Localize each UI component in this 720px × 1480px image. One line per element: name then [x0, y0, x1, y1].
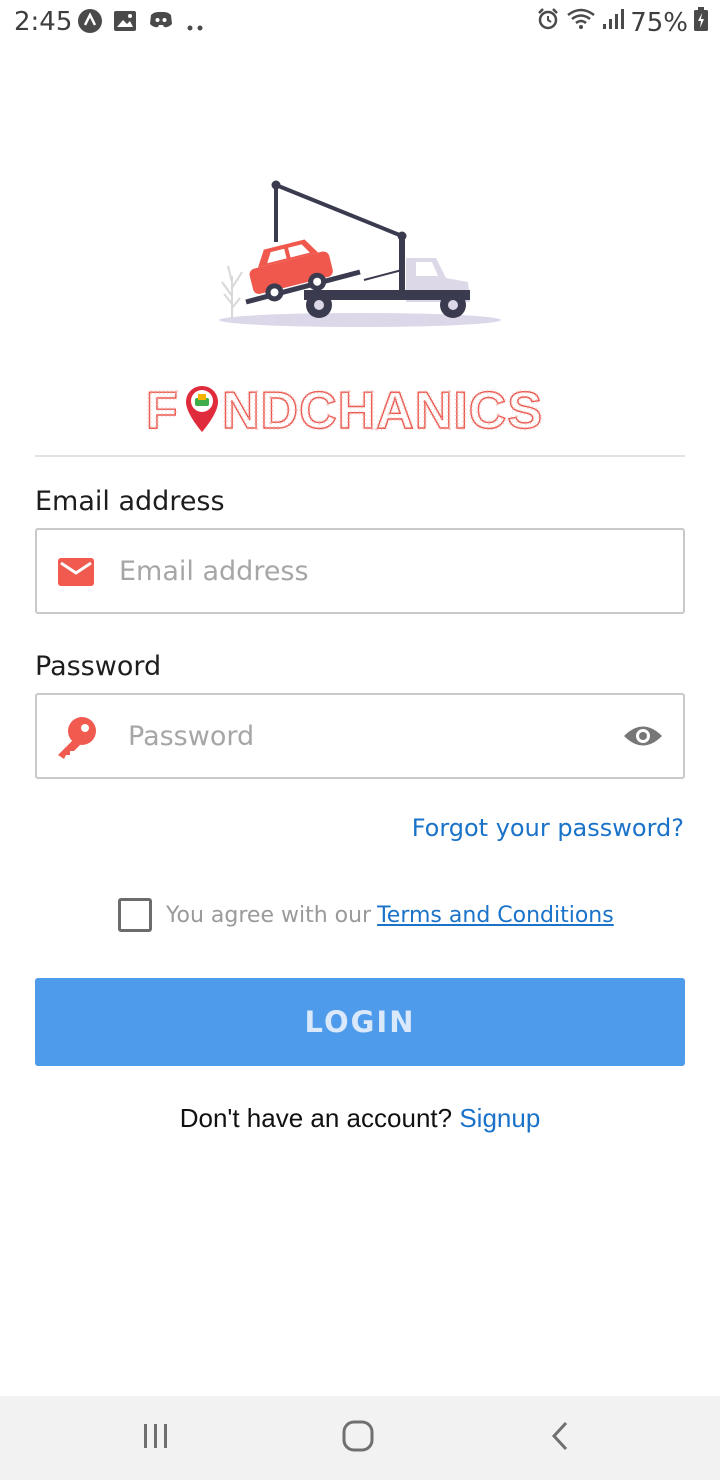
email-input[interactable] — [117, 530, 661, 612]
tow-truck-illustration — [214, 178, 506, 330]
battery-percent: 75% — [630, 7, 688, 38]
gallery-icon — [113, 10, 137, 39]
password-field[interactable] — [35, 693, 685, 779]
email-label: Email address — [35, 486, 225, 517]
terms-text: You agree with our — [166, 902, 372, 928]
login-button[interactable]: LOGIN — [35, 978, 685, 1066]
brand-logo: F F NDCHANICS NDCHANICS — [144, 380, 576, 442]
status-time: 2:45 — [14, 7, 73, 37]
signup-link[interactable]: Signup — [459, 1103, 540, 1133]
terms-row: You agree with our Terms and Conditions — [118, 898, 614, 932]
key-icon — [54, 715, 98, 764]
battery-charging-icon — [694, 7, 708, 38]
wifi-icon — [566, 7, 596, 38]
recent-apps-button[interactable] — [111, 1396, 201, 1480]
terms-checkbox[interactable] — [118, 898, 152, 932]
header-divider — [35, 455, 685, 457]
system-nav-bar — [0, 1396, 720, 1480]
home-button[interactable] — [313, 1396, 403, 1480]
discord-icon — [148, 10, 174, 39]
forgot-password-link[interactable]: Forgot your password? — [412, 814, 684, 842]
password-input[interactable] — [126, 695, 610, 777]
system-icons: 75% — [536, 7, 708, 38]
more-dots-icon — [185, 11, 205, 39]
recent-apps-icon — [142, 1423, 170, 1454]
signup-row: Don't have an account? Signup — [0, 1103, 720, 1134]
status-bar: 2:45 75% — [0, 0, 720, 44]
eye-icon[interactable] — [623, 723, 663, 754]
home-icon — [342, 1420, 374, 1457]
signal-icon — [602, 8, 625, 37]
svg-text:NDCHANICS: NDCHANICS — [222, 382, 543, 438]
back-button[interactable] — [515, 1396, 605, 1480]
signup-prompt: Don't have an account? — [179, 1103, 453, 1133]
mail-icon — [58, 558, 94, 591]
alarm-icon — [536, 7, 560, 38]
terms-link[interactable]: Terms and Conditions — [377, 903, 614, 928]
back-icon — [550, 1421, 570, 1456]
email-field[interactable] — [35, 528, 685, 614]
svg-text:F: F — [146, 382, 178, 438]
notification-icons — [78, 9, 205, 40]
password-label: Password — [35, 651, 162, 682]
login-screen: 2:45 75% F F NDCHANICS NDCHANICS Email a… — [0, 0, 720, 1480]
navigation-app-icon — [78, 9, 102, 40]
